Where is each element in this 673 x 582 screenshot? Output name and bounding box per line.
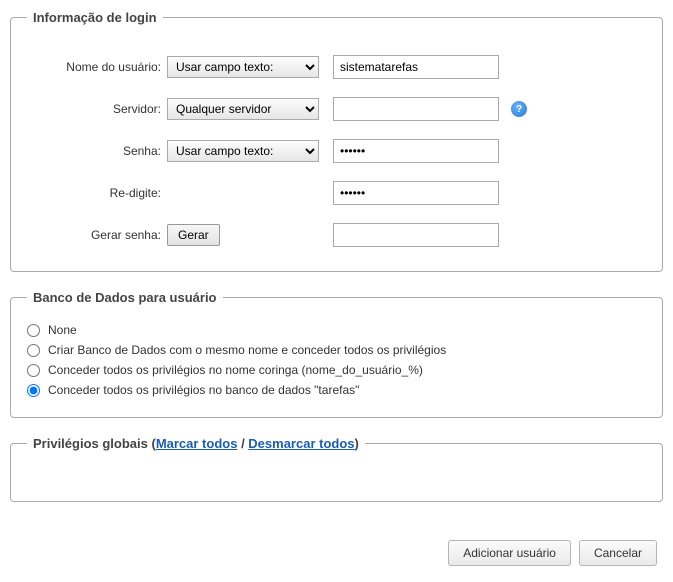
login-info-fieldset: Informação de login Nome do usuário: Usa… <box>10 10 663 272</box>
server-input[interactable] <box>333 97 499 121</box>
gp-sep: / <box>237 436 248 451</box>
login-info-legend: Informação de login <box>27 10 163 25</box>
db-legend: Banco de Dados para usuário <box>27 290 223 305</box>
password-row: Senha: Usar campo texto: <box>27 139 646 163</box>
db-option-create-label: Criar Banco de Dados com o mesmo nome e … <box>48 343 446 357</box>
password-input[interactable] <box>333 139 499 163</box>
server-row: Servidor: Qualquer servidor ? <box>27 97 646 121</box>
add-user-button[interactable]: Adicionar usuário <box>448 540 571 566</box>
gp-legend-prefix: Privilégios globais ( <box>33 436 156 451</box>
retype-label: Re-digite: <box>27 186 167 200</box>
generate-row: Gerar senha: Gerar <box>27 223 646 247</box>
db-radio-wildcard[interactable] <box>27 364 40 377</box>
db-option-create[interactable]: Criar Banco de Dados com o mesmo nome e … <box>27 343 646 357</box>
generate-label: Gerar senha: <box>27 228 167 242</box>
server-mode-select[interactable]: Qualquer servidor <box>167 98 319 120</box>
footer: Adicionar usuário Cancelar <box>10 520 663 572</box>
generate-output[interactable] <box>333 223 499 247</box>
username-input[interactable] <box>333 55 499 79</box>
retype-row: Re-digite: <box>27 181 646 205</box>
help-icon[interactable]: ? <box>511 101 527 117</box>
db-option-wildcard-label: Conceder todos os privilégios no nome co… <box>48 363 423 377</box>
check-all-link[interactable]: Marcar todos <box>156 436 238 451</box>
uncheck-all-link[interactable]: Desmarcar todos <box>248 436 354 451</box>
db-option-specific-label: Conceder todos os privilégios no banco d… <box>48 383 359 397</box>
username-label: Nome do usuário: <box>27 60 167 74</box>
retype-input[interactable] <box>333 181 499 205</box>
username-row: Nome do usuário: Usar campo texto: <box>27 55 646 79</box>
username-mode-select[interactable]: Usar campo texto: <box>167 56 319 78</box>
db-option-specific[interactable]: Conceder todos os privilégios no banco d… <box>27 383 646 397</box>
cancel-button[interactable]: Cancelar <box>579 540 657 566</box>
db-radio-none[interactable] <box>27 324 40 337</box>
password-label: Senha: <box>27 144 167 158</box>
db-fieldset: Banco de Dados para usuário None Criar B… <box>10 290 663 418</box>
password-mode-select[interactable]: Usar campo texto: <box>167 140 319 162</box>
generate-button[interactable]: Gerar <box>167 224 220 246</box>
db-radio-create[interactable] <box>27 344 40 357</box>
gp-legend-suffix: ) <box>355 436 359 451</box>
global-privileges-fieldset: Privilégios globais (Marcar todos / Desm… <box>10 436 663 502</box>
db-option-none-label: None <box>48 323 77 337</box>
db-option-none[interactable]: None <box>27 323 646 337</box>
global-privileges-legend: Privilégios globais (Marcar todos / Desm… <box>27 436 365 451</box>
db-radio-specific[interactable] <box>27 384 40 397</box>
server-label: Servidor: <box>27 102 167 116</box>
db-option-wildcard[interactable]: Conceder todos os privilégios no nome co… <box>27 363 646 377</box>
